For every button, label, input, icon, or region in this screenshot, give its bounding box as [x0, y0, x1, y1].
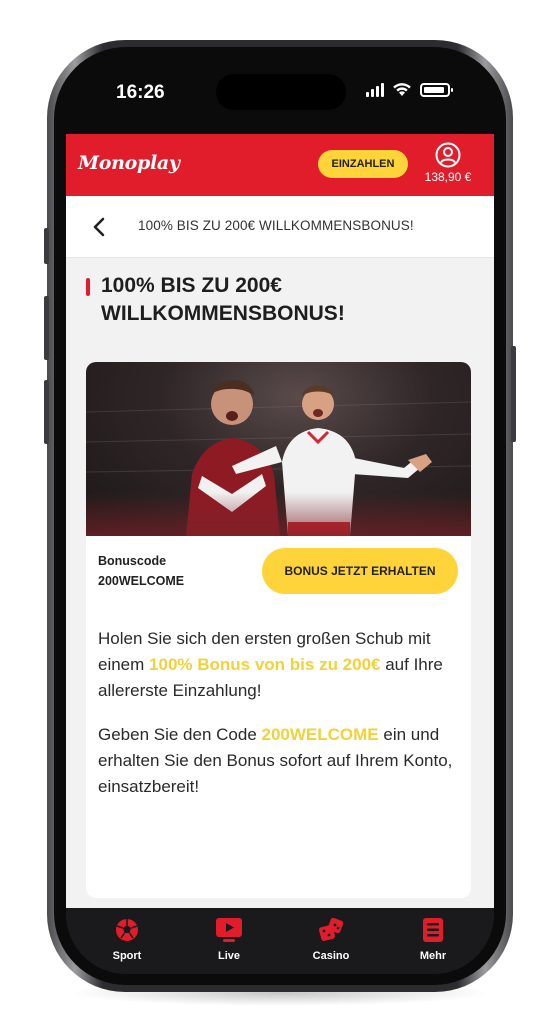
back-chevron-icon[interactable]: [90, 216, 110, 238]
soccer-ball-icon: [116, 919, 138, 941]
page-title: 100% BIS ZU 200€ WILLKOMMENSBONUS!: [101, 272, 401, 328]
account-balance: 138,90 €: [424, 170, 472, 184]
tab-sport[interactable]: Sport: [87, 916, 167, 974]
main-content: 100% BIS ZU 200€ WILLKOMMENSBONUS! Bonus…: [66, 258, 494, 908]
promo-description: Holen Sie sich den ersten großen Schub m…: [98, 629, 443, 700]
tab-live[interactable]: Live: [189, 916, 269, 974]
account-button[interactable]: 138,90 €: [416, 142, 480, 184]
user-account-icon: [435, 142, 461, 168]
breadcrumb: 100% BIS ZU 200€ WILLKOMMENSBONUS!: [66, 196, 494, 258]
status-time: 16:26: [116, 82, 165, 103]
code-highlight: 200WELCOME: [261, 725, 379, 744]
bottom-tab-bar: Sport Live Casino Mehr: [66, 908, 494, 974]
tab-casino[interactable]: Casino: [291, 916, 371, 974]
live-play-icon: [216, 918, 242, 942]
power-button: [511, 346, 516, 442]
more-menu-icon: [423, 918, 443, 942]
monoplay-logo[interactable]: Monoplay: [78, 152, 180, 174]
status-bar: 16:26: [66, 58, 494, 134]
cellular-signal-icon: [366, 82, 384, 97]
action-button: [44, 228, 49, 264]
status-icons: [366, 82, 453, 97]
battery-icon: [420, 82, 453, 97]
deposit-button[interactable]: EINZAHLEN: [318, 150, 408, 178]
bonus-highlight: 100% Bonus von bis zu 200€: [149, 655, 381, 674]
page-title-line-2: WILLKOMMENSBONUS!: [101, 302, 345, 325]
promo-hero-image: [86, 362, 471, 536]
breadcrumb-title: 100% BIS ZU 200€ WILLKOMMENSBONUS!: [138, 218, 414, 233]
phone-screen: 16:26 Monoplay EINZAHLEN 138,90 € 100% B…: [66, 58, 494, 974]
promo-code-instructions: Geben Sie den Code 200WELCOME ein und er…: [98, 725, 453, 796]
dynamic-island: [216, 74, 346, 110]
title-accent-bar: [86, 278, 90, 296]
tab-more[interactable]: Mehr: [393, 916, 473, 974]
volume-up-button: [44, 296, 49, 360]
bonus-code-value: 200WELCOME: [98, 574, 185, 588]
get-bonus-button[interactable]: BONUS JETZT ERHALTEN: [262, 548, 458, 594]
wifi-icon: [393, 83, 411, 96]
bonus-code-label: Bonuscode: [98, 554, 167, 568]
page-title-line-1: 100% BIS ZU 200€: [101, 274, 282, 297]
app-header: Monoplay EINZAHLEN 138,90 €: [66, 134, 494, 196]
dice-icon: [318, 917, 344, 942]
volume-down-button: [44, 380, 49, 444]
promo-card: Bonuscode 200WELCOME BONUS JETZT ERHALTE…: [86, 362, 471, 898]
